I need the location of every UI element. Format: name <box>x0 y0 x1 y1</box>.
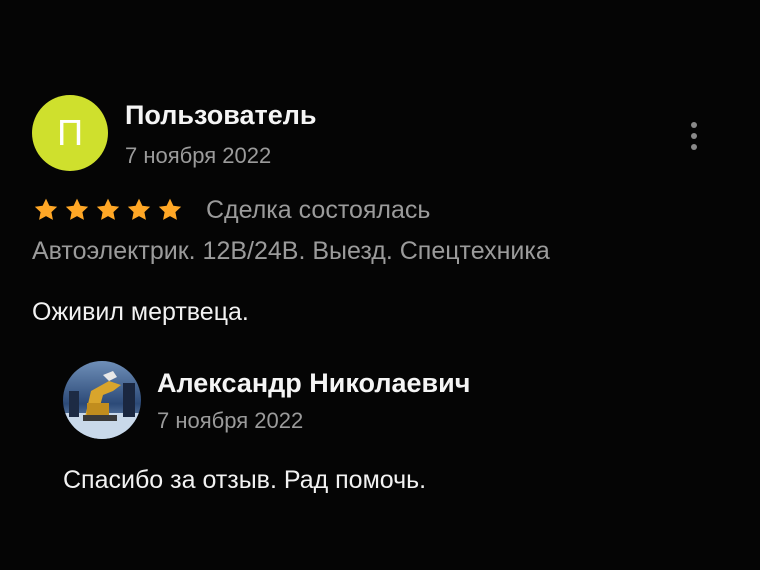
star-icon <box>65 198 89 220</box>
review-date: 7 ноября 2022 <box>125 143 272 168</box>
star-icon <box>34 198 58 220</box>
author-avatar[interactable]: П <box>32 95 108 171</box>
more-dot-icon <box>691 144 697 150</box>
author-name[interactable]: Пользователь <box>125 100 316 131</box>
star-icon <box>158 198 182 220</box>
deal-status: Сделка состоялась <box>206 196 431 224</box>
star-icon <box>96 198 120 220</box>
star-rating <box>33 195 183 225</box>
more-dot-icon <box>691 133 697 139</box>
avatar-initial: П <box>57 112 83 153</box>
excavator-photo-icon <box>63 361 141 439</box>
more-options-button[interactable] <box>684 118 704 154</box>
star-icon <box>127 198 151 220</box>
reply-author-name[interactable]: Александр Николаевич <box>157 368 470 399</box>
ad-title[interactable]: Автоэлектрик. 12В/24В. Выезд. Спецтехник… <box>32 237 550 266</box>
reply-avatar[interactable] <box>63 361 141 439</box>
reply-date: 7 ноября 2022 <box>157 408 304 433</box>
reply-text: Спасибо за отзыв. Рад помочь. <box>63 466 427 494</box>
review-text: Оживил мертвеца. <box>32 298 249 326</box>
review-card: П Пользователь 7 ноября 2022 Сделка сост… <box>0 0 760 570</box>
more-dot-icon <box>691 122 697 128</box>
